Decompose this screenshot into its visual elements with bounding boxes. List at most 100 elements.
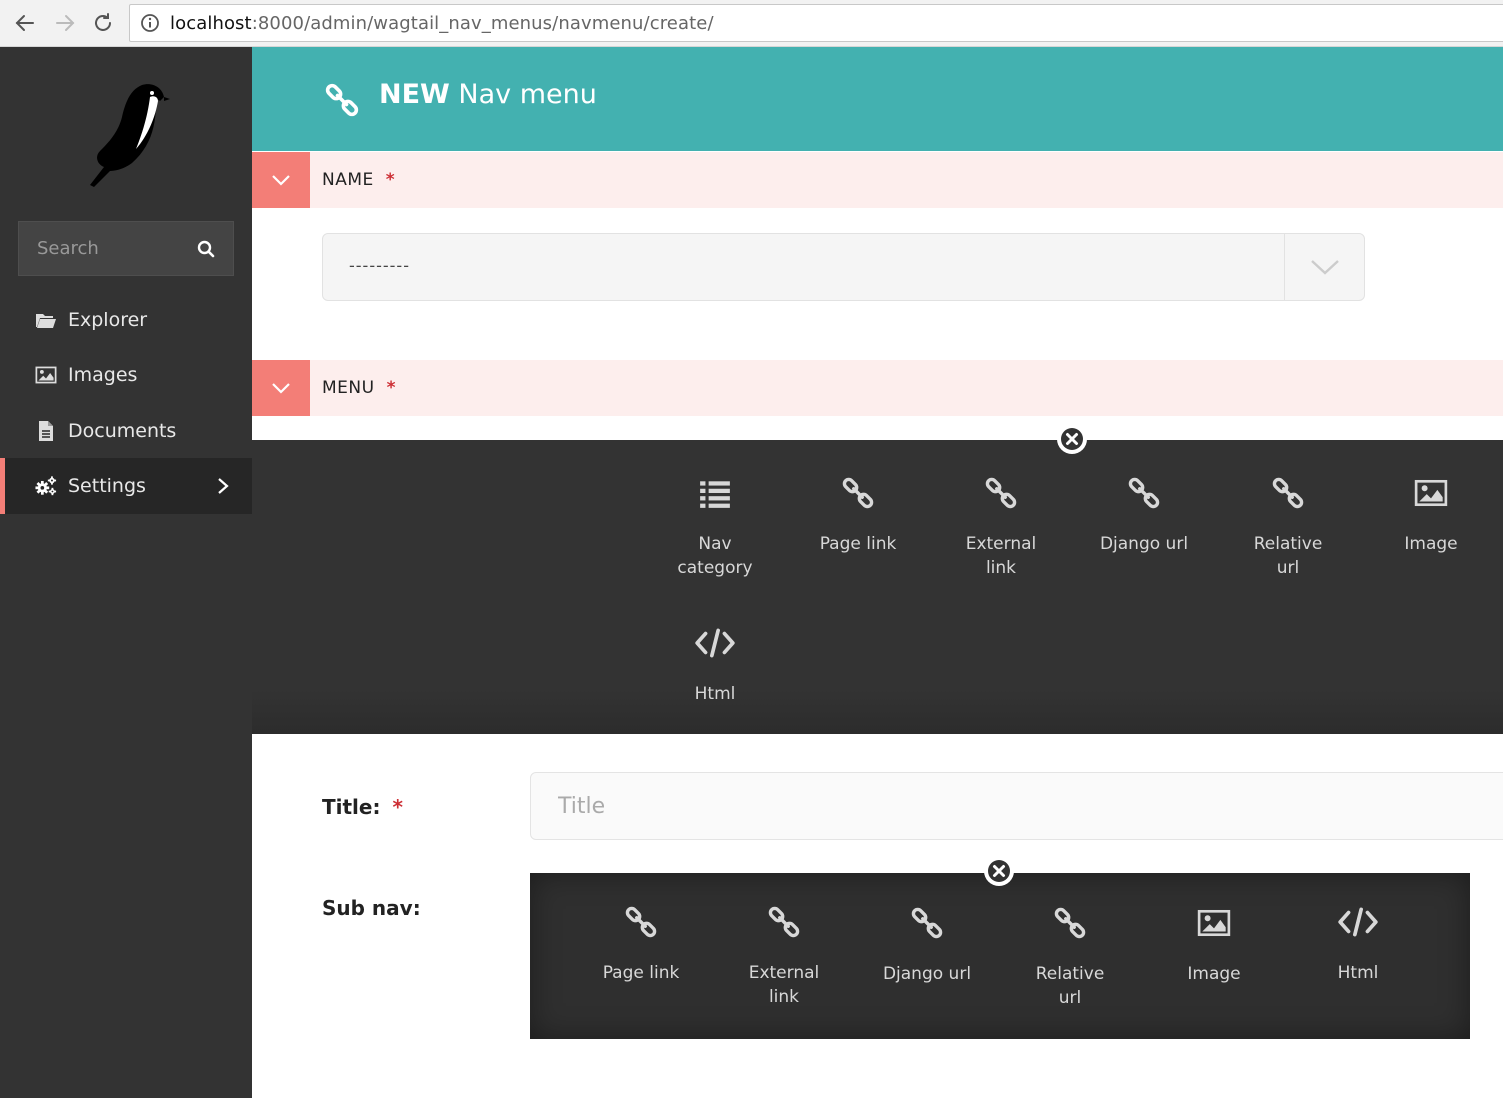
block-django-url-button[interactable]: Django url bbox=[862, 906, 992, 986]
menu-block-chooser: Nav category Page link External link Dja… bbox=[252, 440, 1503, 734]
block-label: Django url bbox=[1099, 534, 1189, 554]
page-title: NEW Nav menu bbox=[379, 79, 597, 110]
block-label: Relative bbox=[1253, 534, 1323, 554]
sidebar-item-documents[interactable]: Documents bbox=[0, 403, 252, 459]
block-external-link-button[interactable]: External link bbox=[936, 476, 1066, 580]
block-label: Nav bbox=[698, 534, 732, 554]
block-label-line2: link bbox=[768, 987, 800, 1007]
browser-toolbar: localhost:8000/admin/wagtail_nav_menus/n… bbox=[0, 0, 1503, 47]
url-host: localhost bbox=[170, 12, 252, 34]
block-label-line2: url bbox=[1058, 988, 1082, 1008]
title-label: Title: * bbox=[322, 795, 403, 819]
block-nav-category-button[interactable]: Nav category bbox=[650, 476, 780, 580]
sidebar-item-label: Explorer bbox=[68, 309, 148, 331]
sidebar-item-label: Documents bbox=[68, 420, 177, 442]
sub-nav-label: Sub nav: bbox=[322, 896, 421, 920]
info-icon[interactable] bbox=[140, 13, 160, 33]
image-icon bbox=[1197, 906, 1231, 940]
document-icon bbox=[39, 421, 53, 441]
folder-open-icon bbox=[36, 314, 56, 328]
block-page-link-button[interactable]: Page link bbox=[576, 905, 706, 985]
sidebar-item-label: Images bbox=[68, 364, 138, 386]
cogs-icon bbox=[35, 476, 57, 496]
block-html-button[interactable]: Html bbox=[1293, 905, 1423, 985]
reload-icon[interactable] bbox=[90, 10, 116, 36]
back-arrow-icon[interactable] bbox=[12, 10, 38, 36]
close-chooser-button[interactable] bbox=[984, 856, 1014, 886]
page-title-text: Nav menu bbox=[458, 79, 597, 110]
block-label: External bbox=[965, 534, 1037, 554]
link-icon bbox=[624, 905, 658, 939]
search-icon[interactable] bbox=[197, 240, 215, 258]
block-label-line2: url bbox=[1276, 558, 1300, 578]
link-icon bbox=[1271, 476, 1305, 510]
chevron-right-icon bbox=[218, 478, 229, 494]
wagtail-logo-icon[interactable] bbox=[80, 77, 170, 189]
section-title: NAME bbox=[322, 170, 374, 190]
section-title: MENU bbox=[322, 378, 375, 398]
link-icon bbox=[841, 476, 875, 510]
close-icon bbox=[986, 858, 1012, 884]
block-label: External bbox=[748, 963, 820, 983]
chevron-down-icon bbox=[272, 383, 290, 394]
required-marker: * bbox=[392, 795, 403, 819]
close-chooser-button[interactable] bbox=[1057, 424, 1087, 454]
name-select[interactable]: --------- bbox=[322, 233, 1365, 301]
sidebar: Explorer Images Documents Settings bbox=[0, 47, 252, 1098]
link-icon bbox=[910, 906, 944, 940]
block-label: Page link bbox=[819, 534, 897, 554]
link-icon bbox=[324, 82, 360, 118]
search-input[interactable] bbox=[37, 238, 187, 259]
block-image-button[interactable]: Image bbox=[1149, 906, 1279, 986]
list-icon bbox=[698, 476, 732, 510]
sidebar-item-images[interactable]: Images bbox=[0, 347, 252, 403]
block-image-button[interactable]: Image bbox=[1366, 476, 1496, 556]
block-label: Image bbox=[1187, 964, 1241, 984]
block-django-url-button[interactable]: Django url bbox=[1079, 476, 1209, 556]
section-toggle-button[interactable] bbox=[252, 360, 310, 416]
block-external-link-button[interactable]: External link bbox=[719, 905, 849, 1009]
title-input[interactable] bbox=[530, 772, 1503, 840]
block-label: Page link bbox=[602, 963, 680, 983]
section-label: NAME * bbox=[322, 170, 395, 190]
image-icon bbox=[35, 364, 57, 386]
chevron-down-icon bbox=[272, 175, 290, 186]
block-page-link-button[interactable]: Page link bbox=[793, 476, 923, 556]
block-label: Django url bbox=[882, 964, 972, 984]
block-relative-url-button[interactable]: Relative url bbox=[1223, 476, 1353, 580]
link-icon bbox=[767, 905, 801, 939]
block-relative-url-button[interactable]: Relative url bbox=[1005, 906, 1135, 1010]
section-toggle-button[interactable] bbox=[252, 152, 310, 208]
section-label: MENU * bbox=[322, 378, 396, 398]
block-html-button[interactable]: Html bbox=[650, 626, 780, 706]
required-marker: * bbox=[386, 378, 396, 398]
sidebar-item-explorer[interactable]: Explorer bbox=[0, 292, 252, 348]
link-icon bbox=[984, 476, 1018, 510]
block-label-line2: category bbox=[677, 558, 753, 578]
required-marker: * bbox=[385, 170, 396, 190]
forward-arrow-icon[interactable] bbox=[52, 10, 78, 36]
chevron-down-icon bbox=[1310, 260, 1339, 275]
image-icon bbox=[1414, 476, 1448, 510]
link-icon bbox=[1053, 906, 1087, 940]
subnav-block-chooser: Page link External link Django url Relat… bbox=[530, 873, 1470, 1039]
block-label: Html bbox=[1337, 963, 1379, 983]
sidebar-item-label: Settings bbox=[68, 475, 146, 497]
close-icon bbox=[1059, 426, 1085, 452]
sidebar-item-settings[interactable]: Settings bbox=[0, 458, 252, 514]
code-icon bbox=[694, 626, 736, 660]
section-name: NAME * bbox=[252, 152, 1503, 208]
title-label-text: Title: bbox=[322, 795, 381, 819]
section-menu: MENU * bbox=[252, 360, 1503, 416]
select-value: --------- bbox=[349, 256, 410, 275]
block-label: Html bbox=[694, 684, 736, 704]
sidebar-search bbox=[18, 221, 234, 276]
url-bar[interactable]: localhost:8000/admin/wagtail_nav_menus/n… bbox=[129, 4, 1503, 42]
link-icon bbox=[1127, 476, 1161, 510]
page-header: NEW Nav menu bbox=[252, 47, 1503, 151]
block-label: Image bbox=[1404, 534, 1458, 554]
select-dropdown-button[interactable] bbox=[1284, 234, 1364, 300]
block-label: Relative bbox=[1035, 964, 1105, 984]
page-title-bold: NEW bbox=[379, 79, 450, 110]
code-icon bbox=[1337, 905, 1379, 939]
